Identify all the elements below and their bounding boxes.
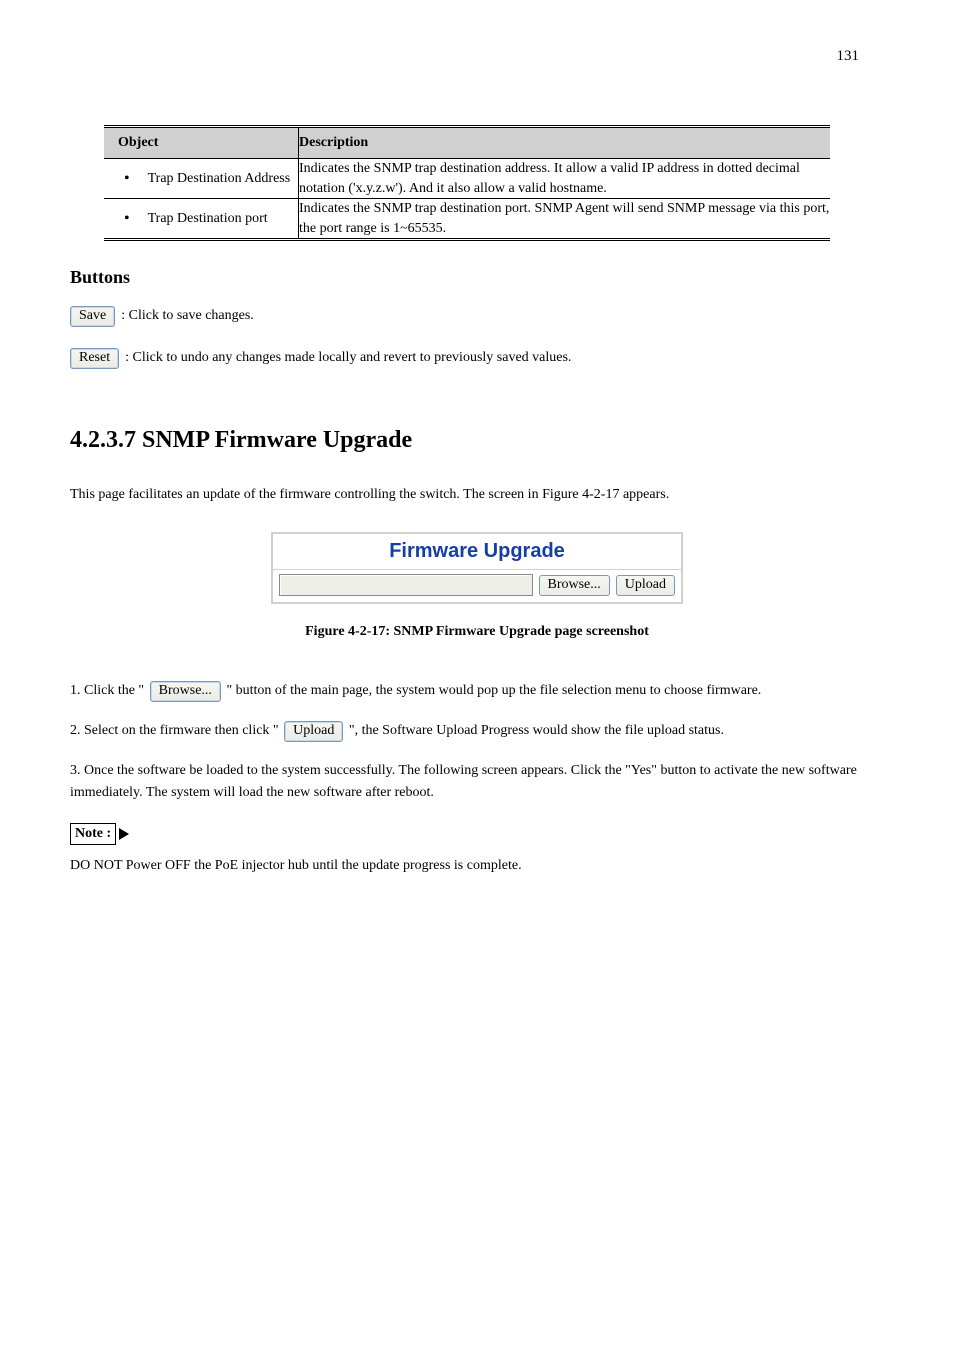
object-description: Indicates the SNMP trap destination port… bbox=[299, 199, 831, 240]
table-row: • Trap Destination Address bbox=[104, 159, 299, 199]
firmware-upgrade-title: Firmware Upgrade bbox=[389, 540, 565, 562]
step-1-a: 1. Click the " bbox=[70, 683, 144, 698]
section-heading: 4.2.3.7 SNMP Firmware Upgrade bbox=[70, 427, 884, 454]
page-number: 131 bbox=[837, 48, 860, 65]
browse-button[interactable]: Browse... bbox=[539, 575, 610, 596]
section-intro: This page facilitates an update of the f… bbox=[70, 484, 884, 506]
step-1-b: " button of the main page, the system wo… bbox=[226, 683, 761, 698]
upload-button-inline[interactable]: Upload bbox=[284, 721, 343, 742]
object-description-table: Object Description • Trap Destination Ad… bbox=[104, 125, 830, 241]
firmware-file-input[interactable] bbox=[279, 574, 533, 596]
note-text: DO NOT Power OFF the PoE injector hub un… bbox=[70, 855, 884, 877]
reset-button[interactable]: Reset bbox=[70, 348, 119, 369]
firmware-upgrade-panel: Firmware Upgrade Browse... Upload bbox=[271, 532, 683, 604]
upgrade-steps: 1. Click the " Browse... " button of the… bbox=[70, 680, 884, 803]
table-header-description: Description bbox=[299, 127, 831, 159]
bullet-icon: • bbox=[124, 210, 130, 228]
table-row: • Trap Destination port bbox=[104, 199, 299, 240]
reset-button-description: : Click to undo any changes made locally… bbox=[125, 344, 571, 372]
note-label: Note : bbox=[70, 823, 116, 845]
step-2-b: ", the Software Upload Progress would sh… bbox=[349, 723, 724, 738]
upload-button[interactable]: Upload bbox=[616, 575, 675, 596]
step-2-a: 2. Select on the firmware then click " bbox=[70, 723, 279, 738]
figure-caption: Figure 4-2-17: SNMP Firmware Upgrade pag… bbox=[70, 624, 884, 640]
bullet-icon: • bbox=[124, 170, 130, 188]
save-button-description: : Click to save changes. bbox=[121, 302, 254, 330]
object-label: Trap Destination Address bbox=[148, 170, 291, 188]
note-block: Note : DO NOT Power OFF the PoE injector… bbox=[70, 823, 884, 877]
object-description: Indicates the SNMP trap destination addr… bbox=[299, 159, 831, 199]
browse-button-inline[interactable]: Browse... bbox=[150, 681, 221, 702]
table-header-object: Object bbox=[104, 127, 299, 159]
buttons-heading: Buttons bbox=[70, 267, 884, 288]
object-label: Trap Destination port bbox=[148, 210, 268, 228]
step-3: 3. Once the software be loaded to the sy… bbox=[70, 760, 884, 803]
save-button[interactable]: Save bbox=[70, 306, 115, 327]
